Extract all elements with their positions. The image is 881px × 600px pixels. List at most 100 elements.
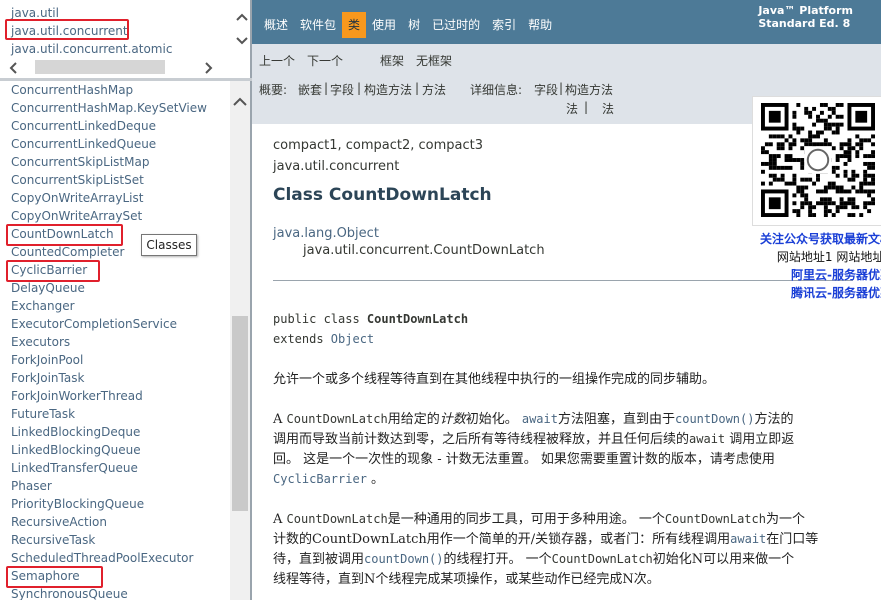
- class-link-copyonwritearrayset[interactable]: CopyOnWriteArraySet: [11, 207, 207, 225]
- decl-modifiers: public class: [273, 312, 367, 326]
- platform-line1: Java™ Platform: [758, 4, 853, 17]
- highlight-box-cyclicbarrier: [6, 260, 100, 282]
- summary-method-link[interactable]: 方法: [422, 81, 446, 98]
- class-extends: extends Object: [273, 332, 374, 346]
- tooltip: Classes: [141, 234, 197, 256]
- class-link-concurrentlinkedqueue[interactable]: ConcurrentLinkedQueue: [11, 135, 207, 153]
- horizontal-scroll-thumb[interactable]: [35, 60, 165, 74]
- class-list: ConcurrentHashMap ConcurrentHashMap.KeySe…: [11, 81, 207, 600]
- await-link[interactable]: await: [522, 412, 558, 426]
- class-link-concurrentlinkeddeque[interactable]: ConcurrentLinkedDeque: [11, 117, 207, 135]
- nav-item-0[interactable]: 概述: [258, 12, 294, 38]
- class-list-frame: ConcurrentHashMap ConcurrentHashMap.KeySe…: [0, 81, 252, 600]
- separator: |: [559, 81, 564, 95]
- description-p1: 允许一个或多个线程等待直到在其他线程中执行的一组操作完成的同步辅助。: [273, 372, 716, 387]
- package-link-java-util-concurrent-atomic[interactable]: java.util.concurrent.atomic: [11, 40, 172, 58]
- description-p2-line4: CyclicBarrier 。: [273, 472, 385, 487]
- class-link-recursivetask[interactable]: RecursiveTask: [11, 531, 207, 549]
- nav-item-5[interactable]: 已过时的: [426, 12, 486, 38]
- platform-label: Java™ Platform Standard Ed. 8: [758, 4, 853, 30]
- highlight-box-countdownlatch: [6, 224, 123, 246]
- top-navigation-bar: 概述 软件包类使用树已过时的 索引 帮助 Java™ Platform Standar…: [252, 0, 881, 44]
- detail-constructor-link[interactable]: 构造方法: [565, 81, 613, 98]
- promo-tencent[interactable]: 腾讯云-服务器优惠: [722, 284, 881, 302]
- vertical-scroll-thumb[interactable]: [232, 316, 248, 511]
- class-link-forkjoinpool[interactable]: ForkJoinPool: [11, 351, 207, 369]
- class-link-priorityblockingqueue[interactable]: PriorityBlockingQueue: [11, 495, 207, 513]
- highlight-box-semaphore: [6, 566, 103, 588]
- next-class-link[interactable]: 下一个: [307, 52, 343, 69]
- scroll-up-arrow-icon[interactable]: [233, 97, 247, 107]
- frames-link[interactable]: 框架: [380, 52, 404, 69]
- prev-class-link[interactable]: 上一个: [259, 52, 295, 69]
- superclass-link[interactable]: java.lang.Object: [273, 226, 379, 241]
- separator: |: [324, 81, 329, 95]
- separator: |: [415, 81, 420, 95]
- decl-extends: extends: [273, 332, 331, 346]
- nav-item-4[interactable]: 树: [402, 12, 426, 38]
- description-p2-line3: 回。 这是一个一次性的现象 - 计数无法重置。 如果您需要重置计数的版本，请考虑…: [273, 452, 775, 467]
- description-p3-line3: 待，直到被调用countDown()的线程打开。 一个CountDownLatc…: [273, 552, 795, 567]
- scroll-down-arrow-icon[interactable]: [236, 36, 248, 46]
- separator: |: [357, 81, 362, 95]
- await-link-2[interactable]: await: [730, 532, 766, 546]
- detail-label: 详细信息:: [470, 83, 523, 97]
- promo-aliyun[interactable]: 阿里云-服务器优惠: [722, 266, 881, 284]
- description-p3-line4: 线程等待，直到N个线程完成某项操作，或某些动作已经完成N次。: [273, 572, 660, 587]
- nav-item-1[interactable]: 软件包: [294, 12, 342, 38]
- class-link-linkedtransferqueue[interactable]: LinkedTransferQueue: [11, 459, 207, 477]
- class-link-executors[interactable]: Executors: [11, 333, 207, 351]
- scroll-right-arrow-icon[interactable]: [204, 62, 214, 74]
- package-vertical-scrollbar[interactable]: [232, 0, 250, 60]
- class-link-concurrentskiplistmap[interactable]: ConcurrentSkipListMap: [11, 153, 207, 171]
- class-link-forkjointask[interactable]: ForkJoinTask: [11, 369, 207, 387]
- class-link-forkjoinworkerthread[interactable]: ForkJoinWorkerThread: [11, 387, 207, 405]
- description-p3-line1: A CountDownLatch是一种通用的同步工具，可用于多种用途。 一个Co…: [273, 512, 805, 527]
- separator: |: [584, 100, 589, 114]
- class-vertical-scrollbar[interactable]: [230, 81, 250, 600]
- detail-method-link[interactable]: 法: [566, 100, 578, 117]
- class-link-linkedblockingqueue[interactable]: LinkedBlockingQueue: [11, 441, 207, 459]
- class-link-executorcompletionservice[interactable]: ExecutorCompletionService: [11, 315, 207, 333]
- class-link-concurrentskiplistset[interactable]: ConcurrentSkipListSet: [11, 171, 207, 189]
- class-detail-frame: 概述 软件包类使用树已过时的 索引 帮助 Java™ Platform Standar…: [252, 0, 881, 600]
- class-link-scheduledthreadpoolexecutor[interactable]: ScheduledThreadPoolExecutor: [11, 549, 207, 567]
- promo-panel: 关注公众号获取最新文档 网站地址1 网站地址2 阿里云-服务器优惠 腾讯云-服务…: [722, 230, 881, 302]
- cyclicbarrier-link[interactable]: CyclicBarrier: [273, 472, 367, 486]
- countdown-link-2[interactable]: countDown(): [364, 552, 443, 566]
- highlight-box-package: [5, 19, 129, 40]
- object-link[interactable]: Object: [331, 332, 374, 346]
- class-link-linkedblockingdeque[interactable]: LinkedBlockingDeque: [11, 423, 207, 441]
- summary-label: 概要:: [259, 83, 288, 97]
- class-link-copyonwritearraylist[interactable]: CopyOnWriteArrayList: [11, 189, 207, 207]
- decl-name: CountDownLatch: [366, 312, 469, 326]
- class-link-futuretask[interactable]: FutureTask: [11, 405, 207, 423]
- class-link-concurrenthashmap-keysetview[interactable]: ConcurrentHashMap.KeySetView: [11, 99, 207, 117]
- class-link-phaser[interactable]: Phaser: [11, 477, 207, 495]
- nav-item-6[interactable]: 索引: [486, 12, 522, 38]
- scroll-up-arrow-icon[interactable]: [236, 12, 248, 22]
- promo-site-links[interactable]: 网站地址1 网站地址2: [722, 248, 881, 266]
- countdown-link[interactable]: countDown(): [675, 412, 754, 426]
- class-link-concurrenthashmap[interactable]: ConcurrentHashMap: [11, 81, 207, 99]
- class-link-exchanger[interactable]: Exchanger: [11, 297, 207, 315]
- description-p2-line2: 调用而导致当前计数达到零，之后所有等待线程被释放，并且任何后续的await 调用…: [273, 432, 795, 447]
- package-name: java.util.concurrent: [273, 159, 400, 174]
- summary-field: 字段: [330, 83, 355, 97]
- nav-item-2[interactable]: 类: [342, 12, 367, 38]
- qr-code: [752, 96, 881, 226]
- no-frames-link[interactable]: 无框架: [416, 52, 452, 69]
- nav-item-3[interactable]: 使用: [366, 12, 402, 38]
- platform-line2: Standard Ed. 8: [758, 17, 851, 30]
- package-horizontal-scrollbar[interactable]: [0, 60, 232, 76]
- description-p3-line2: 计数的CountDownLatch用作一个简单的开/关锁存器，或者门：所有线程调…: [273, 532, 819, 547]
- nav-item-7[interactable]: 帮助: [522, 12, 558, 38]
- summary-constructor-link[interactable]: 构造方法: [364, 81, 412, 98]
- class-hierarchy-current: java.util.concurrent.CountDownLatch: [303, 243, 545, 258]
- detail-method-link-2[interactable]: 法: [602, 100, 614, 117]
- promo-wechat[interactable]: 关注公众号获取最新文档: [722, 230, 881, 248]
- class-link-recursiveaction[interactable]: RecursiveAction: [11, 513, 207, 531]
- page-title: Class CountDownLatch: [273, 185, 492, 205]
- summary-nested: 嵌套: [298, 83, 323, 97]
- scroll-left-arrow-icon[interactable]: [8, 62, 18, 74]
